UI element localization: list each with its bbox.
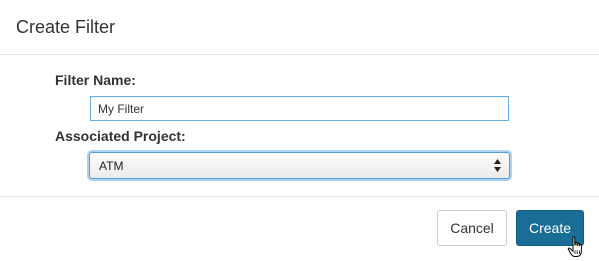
associated-project-select[interactable]: ATM — [89, 152, 510, 179]
select-updown-arrows-icon — [494, 159, 501, 172]
associated-project-label: Associated Project: — [55, 128, 186, 144]
filter-name-label: Filter Name: — [55, 72, 136, 88]
dialog-body: Filter Name: Associated Project: ATM — [0, 56, 599, 197]
cancel-button[interactable]: Cancel — [437, 210, 507, 246]
create-filter-dialog: Create Filter Filter Name: Associated Pr… — [0, 0, 599, 261]
dialog-header: Create Filter — [0, 0, 599, 55]
dialog-title: Create Filter — [16, 17, 116, 37]
associated-project-selected-value: ATM — [99, 159, 124, 173]
hand-pointer-cursor-icon — [567, 236, 582, 257]
filter-name-input[interactable] — [90, 96, 509, 121]
